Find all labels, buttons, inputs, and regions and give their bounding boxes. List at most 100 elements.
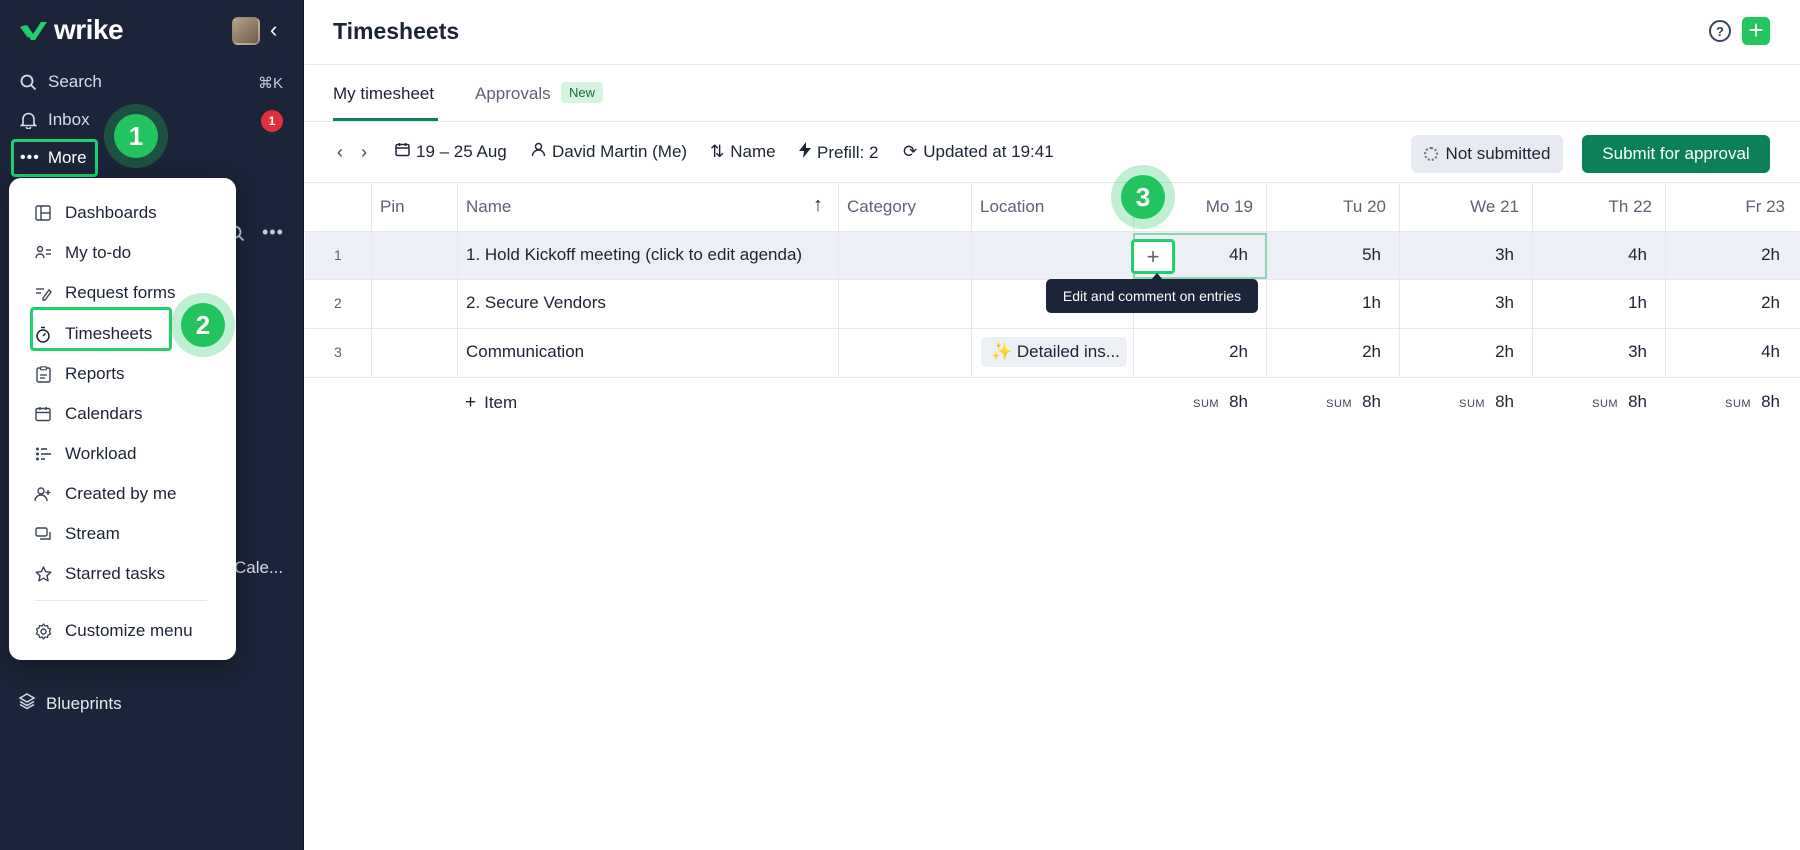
- menu-item-label: Created by me: [65, 484, 177, 503]
- sum-label: SUM: [1326, 398, 1353, 410]
- main-content: Timesheets ? + My timesheet Approvals Ne…: [305, 0, 1800, 850]
- wrike-logo[interactable]: wrike: [18, 14, 124, 46]
- add-new-button[interactable]: +: [1742, 17, 1770, 45]
- updated-label: Updated at 19:41: [923, 142, 1054, 161]
- menu-item-request-forms[interactable]: Request forms: [33, 276, 176, 310]
- submit-for-approval-button[interactable]: Submit for approval: [1582, 135, 1770, 173]
- column-divider: [1266, 183, 1267, 377]
- menu-item-created-by-me[interactable]: Created by me: [33, 477, 177, 511]
- tab-approvals[interactable]: Approvals: [475, 84, 551, 104]
- column-header-location[interactable]: Location: [980, 197, 1044, 217]
- menu-item-dashboards[interactable]: Dashboards: [33, 196, 157, 230]
- space-more-icon[interactable]: •••: [262, 222, 284, 243]
- menu-item-label: Dashboards: [65, 203, 157, 222]
- menu-item-workload[interactable]: Workload: [33, 437, 137, 471]
- person-icon: [531, 142, 546, 162]
- menu-item-label: Starred tasks: [65, 564, 166, 583]
- layers-icon: [18, 692, 36, 715]
- star-icon: [33, 564, 53, 584]
- sum-value: 8h: [1362, 392, 1381, 411]
- sort-control[interactable]: ⇅ Name: [710, 142, 776, 162]
- tab-my-timesheet[interactable]: My timesheet: [333, 84, 434, 104]
- refresh-status[interactable]: ⟳ Updated at 19:41: [903, 142, 1054, 162]
- pending-status-icon: [1423, 147, 1438, 161]
- hours-cell[interactable]: 3h: [1567, 342, 1647, 362]
- column-header-day[interactable]: Fr 23: [1685, 197, 1785, 217]
- row-divider: [305, 231, 1800, 232]
- avatar[interactable]: [232, 17, 260, 45]
- hours-cell[interactable]: 5h: [1301, 245, 1381, 265]
- menu-item-reports[interactable]: Reports: [33, 357, 125, 391]
- date-range-label: 19 – 25 Aug: [416, 142, 507, 161]
- logo-text: wrike: [54, 14, 124, 45]
- hours-cell[interactable]: 4h: [1567, 245, 1647, 265]
- lightning-icon: [799, 142, 811, 163]
- column-header-day[interactable]: We 21: [1419, 197, 1519, 217]
- hours-cell[interactable]: 4h: [1700, 342, 1780, 362]
- column-header-day[interactable]: Tu 20: [1286, 197, 1386, 217]
- add-entry-button[interactable]: +: [1131, 239, 1175, 274]
- user-filter-label: David Martin (Me): [552, 142, 688, 161]
- plus-icon: +: [465, 392, 477, 413]
- menu-item-my-to-do[interactable]: My to-do: [33, 236, 131, 270]
- column-header-day[interactable]: Mo 19: [1153, 197, 1253, 217]
- sidebar-blueprints-label: Blueprints: [46, 693, 122, 713]
- divider: [305, 182, 1800, 183]
- sum-cell: SUM 8h: [1271, 392, 1381, 412]
- sidebar-partial-item[interactable]: Cale...: [234, 558, 283, 578]
- hours-cell[interactable]: 2h: [1700, 293, 1780, 313]
- add-item-button[interactable]: + Item: [465, 392, 517, 414]
- sidebar-more-button[interactable]: ••• More: [11, 139, 98, 177]
- prefill-label: Prefill: 2: [817, 142, 879, 162]
- hours-cell[interactable]: 2h: [1168, 342, 1248, 362]
- sidebar-search[interactable]: Search: [18, 72, 102, 92]
- menu-divider: [35, 600, 207, 601]
- task-name-cell[interactable]: 2. Secure Vendors: [466, 293, 606, 313]
- user-filter[interactable]: David Martin (Me): [531, 142, 687, 162]
- sum-cell: SUM 8h: [1537, 392, 1647, 412]
- task-name-cell[interactable]: 1. Hold Kickoff meeting (click to edit a…: [466, 245, 802, 265]
- prev-week-icon[interactable]: ‹: [337, 142, 343, 163]
- hours-cell[interactable]: 2h: [1434, 342, 1514, 362]
- bell-icon: [18, 110, 38, 130]
- hours-cell[interactable]: 1h: [1301, 293, 1381, 313]
- collapse-sidebar-icon[interactable]: ‹: [270, 18, 290, 42]
- date-range-picker[interactable]: 19 – 25 Aug: [395, 142, 507, 162]
- hours-cell[interactable]: 2h: [1700, 245, 1780, 265]
- step-callout-3: 3: [1121, 175, 1165, 219]
- hours-cell[interactable]: 2h: [1301, 342, 1381, 362]
- sidebar-inbox[interactable]: Inbox: [18, 110, 90, 130]
- prefill-control[interactable]: Prefill: 2: [799, 142, 878, 163]
- column-header-category[interactable]: Category: [847, 197, 916, 217]
- search-icon: [18, 72, 38, 92]
- menu-item-stream[interactable]: Stream: [33, 517, 120, 551]
- help-icon[interactable]: ?: [1709, 20, 1731, 42]
- sum-cell: SUM 8h: [1404, 392, 1514, 412]
- person-plus-icon: [33, 484, 53, 504]
- menu-item-calendars[interactable]: Calendars: [33, 397, 143, 431]
- page-title: Timesheets: [333, 18, 460, 44]
- next-week-icon[interactable]: ›: [361, 142, 367, 163]
- menu-item-customize-menu[interactable]: Customize menu: [33, 614, 193, 648]
- column-header-pin[interactable]: Pin: [380, 197, 405, 217]
- sum-label: SUM: [1193, 398, 1220, 410]
- column-header-day[interactable]: Th 22: [1552, 197, 1652, 217]
- sidebar-blueprints[interactable]: Blueprints: [18, 692, 122, 715]
- menu-item-label: Request forms: [65, 283, 176, 302]
- sort-ascending-icon[interactable]: ↑: [813, 194, 823, 217]
- column-divider: [1399, 183, 1400, 377]
- sum-value: 8h: [1495, 392, 1514, 411]
- hours-cell[interactable]: 3h: [1434, 245, 1514, 265]
- sum-label: SUM: [1592, 398, 1619, 410]
- workload-icon: [33, 444, 53, 464]
- hours-cell[interactable]: 1h: [1567, 293, 1647, 313]
- hours-cell[interactable]: 3h: [1434, 293, 1514, 313]
- dashboard-icon: [33, 203, 53, 223]
- location-chip[interactable]: ✨ Detailed ins...: [981, 337, 1127, 367]
- column-divider: [1532, 183, 1533, 377]
- menu-item-starred-tasks[interactable]: Starred tasks: [33, 557, 165, 591]
- row-divider: [305, 377, 1800, 378]
- column-header-name[interactable]: Name: [466, 197, 511, 217]
- inbox-count-badge: 1: [261, 110, 283, 132]
- task-name-cell[interactable]: Communication: [466, 342, 584, 362]
